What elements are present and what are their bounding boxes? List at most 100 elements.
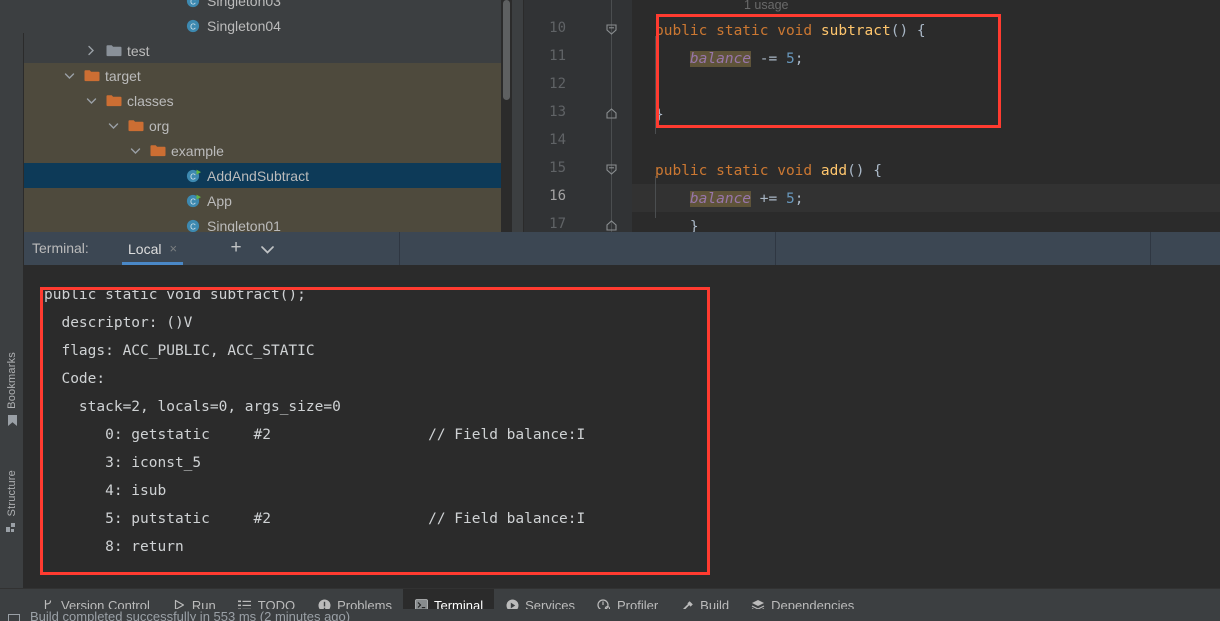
project-tree-scrollbar[interactable] — [501, 0, 512, 232]
chevron-down-icon[interactable] — [128, 144, 142, 158]
terminal-output-panel[interactable]: public static void subtract(); descripto… — [24, 265, 1220, 588]
tree-node-target[interactable]: target — [24, 63, 501, 88]
code-line[interactable]: } — [655, 101, 664, 129]
folder-orange-icon — [84, 69, 100, 83]
bookmark-icon — [7, 414, 18, 430]
tree-node-singleton01[interactable]: C Singleton01 — [24, 213, 501, 232]
new-terminal-button[interactable]: + — [227, 238, 245, 258]
chevron-down-icon[interactable] — [62, 69, 76, 83]
line-number[interactable]: 12 — [526, 76, 566, 92]
code-line[interactable]: } — [655, 213, 699, 232]
terminal-tab-bar: Terminal: Local × + — [24, 232, 1220, 265]
code-token: subtract — [820, 23, 891, 39]
code-token: 5 — [785, 51, 795, 67]
editor-code-area[interactable]: 1 usage public static void subtract() { … — [632, 0, 1220, 232]
tree-arrow-placeholder — [164, 219, 178, 233]
code-token: public — [655, 163, 717, 179]
bookmarks-label: Bookmarks — [6, 352, 18, 409]
code-token: balance — [689, 51, 752, 67]
code-token: add — [820, 163, 848, 179]
code-token: static — [716, 23, 778, 39]
terminal-output-text: public static void subtract(); descripto… — [44, 287, 586, 555]
tree-node-example[interactable]: example — [24, 138, 501, 163]
build-status-line: Build completed successfully in 553 ms (… — [0, 609, 1220, 621]
code-line[interactable]: balance -= 5; — [655, 45, 803, 73]
close-icon[interactable]: × — [169, 241, 177, 256]
code-token: () { — [847, 163, 882, 179]
tool-window-button-structure[interactable]: Structure — [0, 470, 24, 536]
top-area: C Singleton03 C Singleton04 test target classe… — [24, 0, 1220, 232]
code-token: balance — [689, 191, 752, 207]
scrollbar-thumb[interactable] — [503, 0, 510, 100]
tool-window-button-bookmarks[interactable]: Bookmarks — [0, 352, 24, 430]
svg-text:C: C — [190, 0, 196, 6]
tree-node-singleton03[interactable]: C Singleton03 — [24, 0, 501, 13]
folder-orange-icon — [150, 144, 166, 158]
tree-node-label: Singleton03 — [207, 0, 281, 9]
java-class-runnable-icon: C — [186, 194, 202, 208]
fold-collapse-icon[interactable] — [605, 163, 619, 177]
code-token: } — [655, 219, 699, 232]
tree-node-label: App — [207, 192, 232, 209]
line-number[interactable]: 14 — [526, 132, 566, 148]
java-class-icon: C — [186, 219, 202, 233]
code-token: += — [751, 191, 786, 207]
tree-node-label: AddAndSubtract — [207, 167, 309, 184]
java-class-icon: C — [186, 0, 202, 8]
svg-text:C: C — [190, 22, 196, 31]
tree-arrow-placeholder — [164, 0, 178, 8]
tree-arrow-placeholder — [164, 169, 178, 183]
code-editor[interactable]: 10 11 12 13 14 15 16 17 1 usage public static v… — [524, 0, 1220, 232]
fold-end-icon[interactable] — [605, 219, 619, 233]
chevron-right-icon[interactable] — [84, 44, 98, 58]
tree-node-singleton04[interactable]: C Singleton04 — [24, 13, 501, 38]
tree-node-label: target — [105, 67, 141, 84]
tree-arrow-placeholder — [164, 19, 178, 33]
code-token: ; — [794, 51, 804, 67]
chevron-down-icon[interactable] — [84, 94, 98, 108]
code-line[interactable]: public static void subtract() { — [655, 17, 926, 45]
header-divider-1 — [399, 232, 400, 265]
tree-node-classes[interactable]: classes — [24, 88, 501, 113]
code-token: ; — [794, 191, 804, 207]
line-number[interactable]: 16 — [526, 188, 566, 204]
code-token: 5 — [785, 191, 795, 207]
build-icon — [8, 611, 20, 621]
tree-node-test[interactable]: test — [24, 38, 501, 63]
tree-node-org[interactable]: org — [24, 113, 501, 138]
chevron-down-icon[interactable] — [260, 242, 275, 260]
code-token: public — [655, 23, 717, 39]
terminal-tab-local[interactable]: Local × — [122, 232, 184, 265]
project-tree[interactable]: C Singleton03 C Singleton04 test target classe… — [24, 0, 501, 232]
fold-end-icon[interactable] — [605, 107, 619, 121]
tree-node-label: Singleton01 — [207, 217, 281, 233]
terminal-title: Terminal: — [32, 240, 89, 256]
code-token: -= — [751, 51, 786, 67]
editor-gutter[interactable]: 10 11 12 13 14 15 16 17 — [524, 0, 632, 232]
code-line[interactable]: public static void add() { — [655, 157, 882, 185]
tree-node-app[interactable]: C App — [24, 188, 501, 213]
tree-arrow-placeholder — [164, 194, 178, 208]
line-number[interactable]: 13 — [526, 104, 566, 120]
header-divider-3 — [1150, 232, 1151, 265]
tree-node-addandsubtract[interactable]: C AddAndSubtract — [24, 163, 501, 188]
code-token: void — [777, 163, 821, 179]
tree-node-label: example — [171, 142, 224, 159]
code-line[interactable]: balance += 5; — [655, 185, 803, 213]
line-number[interactable]: 11 — [526, 48, 566, 64]
tree-editor-splitter[interactable] — [512, 0, 524, 232]
fold-collapse-icon[interactable] — [605, 23, 619, 37]
tree-node-label: classes — [127, 92, 174, 109]
line-number[interactable]: 10 — [526, 20, 566, 36]
line-number[interactable]: 15 — [526, 160, 566, 176]
folder-orange-icon — [106, 94, 122, 108]
svg-text:C: C — [190, 172, 196, 181]
ide-window: Bookmarks Structure C Singleton03 C Singlet… — [0, 0, 1220, 621]
folder-grey-icon — [106, 44, 122, 58]
chevron-down-icon[interactable] — [106, 119, 120, 133]
svg-text:C: C — [190, 222, 196, 231]
folder-orange-icon — [128, 119, 144, 133]
line-number[interactable]: 17 — [526, 216, 566, 232]
code-token: () { — [890, 23, 926, 39]
tree-node-label: Singleton04 — [207, 17, 281, 34]
